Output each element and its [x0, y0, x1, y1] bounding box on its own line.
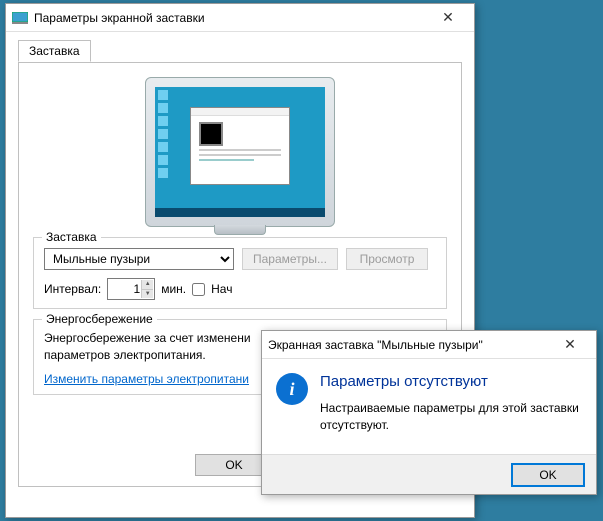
preview-monitor	[145, 77, 335, 227]
window-title: Параметры экранной заставки	[34, 11, 428, 25]
group-label-screensaver: Заставка	[42, 230, 101, 244]
info-dialog: Экранная заставка "Мыльные пузыри" ✕ i П…	[261, 330, 597, 495]
interval-spinner[interactable]: 1 ▲▼	[107, 278, 155, 300]
close-button[interactable]: ✕	[428, 8, 468, 28]
onresume-label: Нач	[211, 282, 232, 296]
interval-label: Интервал:	[44, 282, 101, 296]
power-settings-link[interactable]: Изменить параметры электропитани	[44, 372, 249, 386]
window-icon	[12, 10, 28, 26]
screensaver-select[interactable]: Мыльные пузыри	[44, 248, 234, 270]
screensaver-group: Заставка Мыльные пузыри Параметры... Про…	[33, 237, 447, 309]
popup-ok-button[interactable]: OK	[512, 464, 584, 486]
onresume-checkbox[interactable]	[192, 283, 205, 296]
popup-headline: Параметры отсутствуют	[320, 373, 582, 390]
group-label-power: Энергосбережение	[42, 312, 157, 326]
spinner-up-icon[interactable]: ▲	[141, 280, 153, 290]
settings-button[interactable]: Параметры...	[242, 248, 338, 270]
tab-screensaver[interactable]: Заставка	[18, 40, 91, 62]
popup-body-text: Настраиваемые параметры для этой заставк…	[320, 400, 582, 434]
titlebar[interactable]: Параметры экранной заставки ✕	[6, 4, 474, 32]
popup-close-button[interactable]: ✕	[550, 335, 590, 355]
popup-title: Экранная заставка "Мыльные пузыри"	[268, 338, 550, 352]
interval-unit: мин.	[161, 282, 186, 296]
popup-titlebar[interactable]: Экранная заставка "Мыльные пузыри" ✕	[262, 331, 596, 359]
preview-button[interactable]: Просмотр	[346, 248, 428, 270]
info-icon: i	[276, 373, 308, 405]
interval-value: 1	[134, 282, 141, 296]
spinner-down-icon[interactable]: ▼	[141, 290, 153, 299]
